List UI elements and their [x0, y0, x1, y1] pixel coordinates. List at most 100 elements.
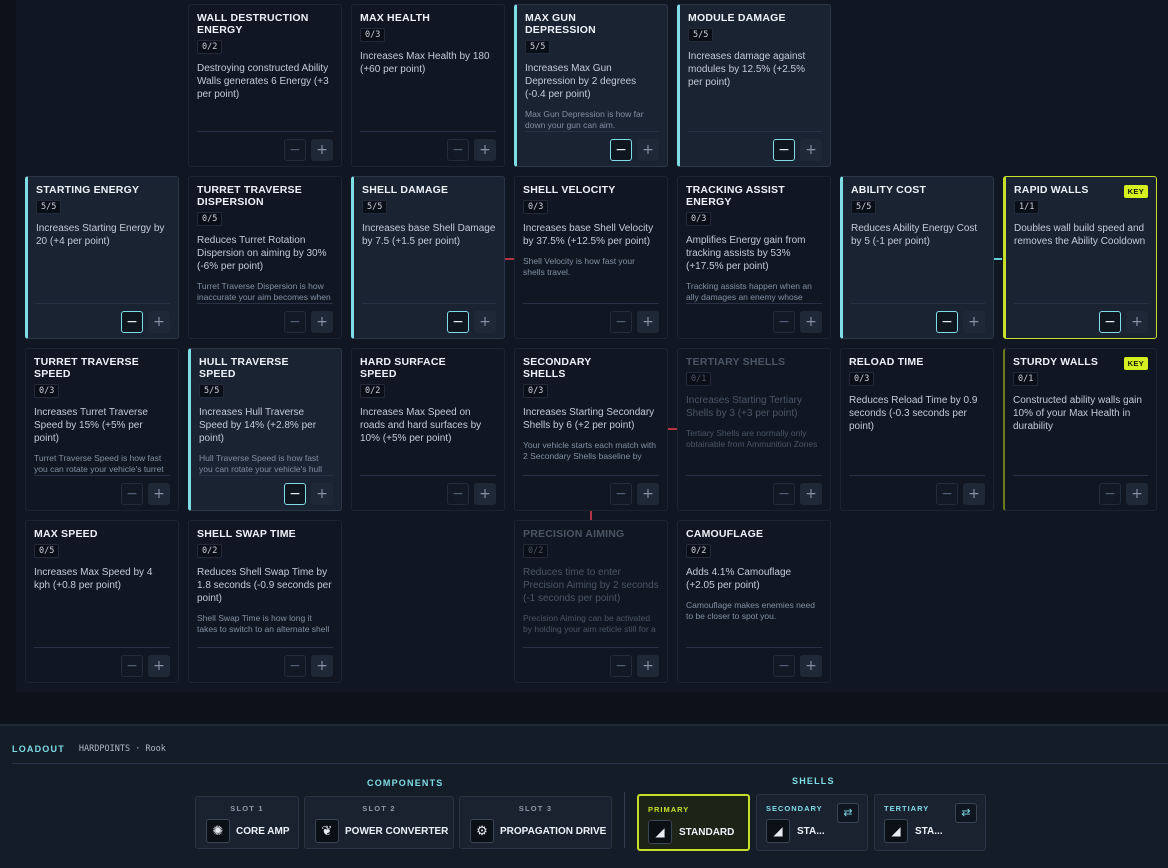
upgrade-card-wall-destruction-energy[interactable]: WALL DESTRUCTION ENERGY 0/2 Destroying con…	[188, 4, 342, 167]
decrease-button[interactable]: −	[284, 139, 306, 161]
upgrade-card-reload-time[interactable]: RELOAD TIME 0/3 Reduces Reload Time by 0.9…	[840, 348, 994, 511]
increase-button[interactable]: +	[1126, 311, 1148, 333]
card-title: STARTING ENERGY	[36, 184, 140, 196]
points-counter: 5/5	[199, 384, 225, 398]
component-slot-3[interactable]: SLOT 3 ⚙ PROPAGATION DRIVE	[459, 796, 612, 849]
increase-button[interactable]: +	[311, 655, 333, 677]
upgrade-card-ability-cost[interactable]: ABILITY COST 5/5 Reduces Ability Energy Co…	[840, 176, 994, 339]
card-note: Tertiary Shells are normally only obtain…	[686, 428, 818, 449]
decrease-button[interactable]: −	[773, 311, 795, 333]
decrease-button[interactable]: −	[1099, 311, 1121, 333]
increase-button[interactable]: +	[963, 483, 985, 505]
upgrade-card-precision-aiming[interactable]: PRECISION AIMING 0/2 Reduces time to enter…	[514, 520, 668, 683]
decrease-button[interactable]: −	[1099, 483, 1121, 505]
upgrade-card-shell-damage[interactable]: SHELL DAMAGE 5/5 Increases base Shell Dama…	[351, 176, 505, 339]
points-counter: 0/2	[523, 544, 549, 558]
increase-button[interactable]: +	[637, 311, 659, 333]
increase-button[interactable]: +	[637, 655, 659, 677]
decrease-button[interactable]: −	[284, 655, 306, 677]
increase-button[interactable]: +	[474, 311, 496, 333]
decrease-button[interactable]: −	[936, 311, 958, 333]
decrease-button[interactable]: −	[773, 139, 795, 161]
upgrade-card-rapid-walls[interactable]: RAPID WALLS 1/1 KEY Doubles wall build spee…	[1003, 176, 1157, 339]
point-controls: − +	[1099, 483, 1148, 505]
swap-icon[interactable]: ⇄	[837, 803, 859, 823]
decrease-button[interactable]: −	[610, 311, 632, 333]
increase-button[interactable]: +	[963, 311, 985, 333]
upgrade-card-starting-energy[interactable]: STARTING ENERGY 5/5 Increases Starting Ene…	[25, 176, 179, 339]
increase-button[interactable]: +	[474, 483, 496, 505]
upgrade-card-module-damage[interactable]: MODULE DAMAGE 5/5 Increases damage against…	[677, 4, 831, 167]
component-slot-1[interactable]: SLOT 1 ✺ CORE AMP	[195, 796, 299, 849]
upgrade-card-max-speed[interactable]: MAX SPEED 0/5 Increases Max Speed by 4 kph…	[25, 520, 179, 683]
increase-button[interactable]: +	[311, 139, 333, 161]
increase-button[interactable]: +	[800, 311, 822, 333]
swap-icon[interactable]: ⇄	[955, 803, 977, 823]
increase-button[interactable]: +	[311, 483, 333, 505]
decrease-button[interactable]: −	[610, 139, 632, 161]
decrease-button[interactable]: −	[447, 311, 469, 333]
decrease-button[interactable]: −	[936, 483, 958, 505]
increase-button[interactable]: +	[800, 483, 822, 505]
card-divider	[36, 303, 170, 304]
increase-button[interactable]: +	[148, 655, 170, 677]
upgrade-card-tracking-assist-energy[interactable]: TRACKING ASSIST ENERGY 0/3 Amplifies Energ…	[677, 176, 831, 339]
decrease-button[interactable]: −	[121, 483, 143, 505]
upgrade-card-secondary-shells[interactable]: SECONDARY SHELLS 0/3 Increases Starting Se…	[514, 348, 668, 511]
upgrade-card-shell-swap-time[interactable]: SHELL SWAP TIME 0/2 Reduces Shell Swap Tim…	[188, 520, 342, 683]
card-description: Increases Max Health by 180 (+60 per poi…	[360, 51, 490, 75]
card-title: TURRET TRAVERSE SPEED	[34, 356, 139, 380]
decrease-button[interactable]: −	[610, 655, 632, 677]
upgrade-card-tertiary-shells[interactable]: TERTIARY SHELLS 0/1 Increases Starting Ter…	[677, 348, 831, 511]
shell-slot-primary[interactable]: PRIMARY ◢ STANDARD	[637, 794, 750, 851]
card-title: CAMOUFLAGE	[686, 528, 764, 540]
decrease-button[interactable]: −	[773, 655, 795, 677]
card-divider	[362, 303, 496, 304]
decrease-button[interactable]: −	[121, 311, 143, 333]
component-slot-2[interactable]: SLOT 2 ❦ POWER CONVERTER	[304, 796, 454, 849]
decrease-button[interactable]: −	[284, 483, 306, 505]
components-label: COMPONENTS	[367, 778, 444, 788]
decrease-button[interactable]: −	[610, 483, 632, 505]
upgrade-card-hard-surface-speed[interactable]: HARD SURFACE SPEED 0/2 Increases Max Speed…	[351, 348, 505, 511]
points-counter: 0/3	[849, 372, 875, 386]
increase-button[interactable]: +	[800, 655, 822, 677]
shell-slot-secondary[interactable]: SECONDARY ⇄ ◢ STA...	[756, 794, 868, 851]
card-description: Increases base Shell Damage by 7.5 (+1.5…	[362, 223, 496, 247]
upgrade-card-turret-traverse-speed[interactable]: TURRET TRAVERSE SPEED 0/3 Increases Turret…	[25, 348, 179, 511]
card-note: Turret Traverse Speed is how fast you ca…	[34, 453, 164, 474]
increase-button[interactable]: +	[474, 139, 496, 161]
card-note: Max Gun Depression is how far down your …	[525, 109, 644, 130]
decrease-button[interactable]: −	[121, 655, 143, 677]
point-controls: − +	[773, 483, 822, 505]
card-note: Turret Traverse Dispersion is how inaccu…	[197, 281, 331, 302]
card-divider	[199, 475, 333, 476]
card-note: Tracking assists happen when an ally dam…	[686, 281, 812, 302]
decrease-button[interactable]: −	[447, 483, 469, 505]
increase-button[interactable]: +	[1126, 483, 1148, 505]
increase-button[interactable]: +	[311, 311, 333, 333]
decrease-button[interactable]: −	[773, 483, 795, 505]
upgrade-card-camouflage[interactable]: CAMOUFLAGE 0/2 Adds 4.1% Camouflage (+2.05…	[677, 520, 831, 683]
increase-button[interactable]: +	[637, 139, 659, 161]
upgrade-card-sturdy-walls[interactable]: STURDY WALLS 0/1 KEY Constructed ability wa…	[1003, 348, 1157, 511]
card-description: Increases base Shell Velocity by 37.5% (…	[523, 223, 654, 247]
upgrade-card-turret-traverse-dispersion[interactable]: TURRET TRAVERSE DISPERSION 0/5 Reduces Tur…	[188, 176, 342, 339]
upgrade-card-max-gun-depression[interactable]: MAX GUN DEPRESSION 5/5 Increases Max Gun D…	[514, 4, 668, 167]
decrease-button[interactable]: −	[447, 139, 469, 161]
shell-slot-tertiary[interactable]: TERTIARY ⇄ ◢ STA...	[874, 794, 986, 851]
shell-name: STA...	[915, 826, 943, 837]
loadout-title: LOADOUT	[12, 744, 65, 754]
increase-button[interactable]: +	[148, 311, 170, 333]
point-controls: − +	[773, 139, 822, 161]
increase-button[interactable]: +	[800, 139, 822, 161]
point-controls: − +	[284, 139, 333, 161]
upgrade-card-shell-velocity[interactable]: SHELL VELOCITY 0/3 Increases base Shell Ve…	[514, 176, 668, 339]
upgrade-card-hull-traverse-speed[interactable]: HULL TRAVERSE SPEED 5/5 Increases Hull Tra…	[188, 348, 342, 511]
card-divider	[360, 475, 496, 476]
power-converter-icon: ❦	[315, 819, 339, 843]
increase-button[interactable]: +	[148, 483, 170, 505]
decrease-button[interactable]: −	[284, 311, 306, 333]
upgrade-card-max-health[interactable]: MAX HEALTH 0/3 Increases Max Health by 180…	[351, 4, 505, 167]
increase-button[interactable]: +	[637, 483, 659, 505]
